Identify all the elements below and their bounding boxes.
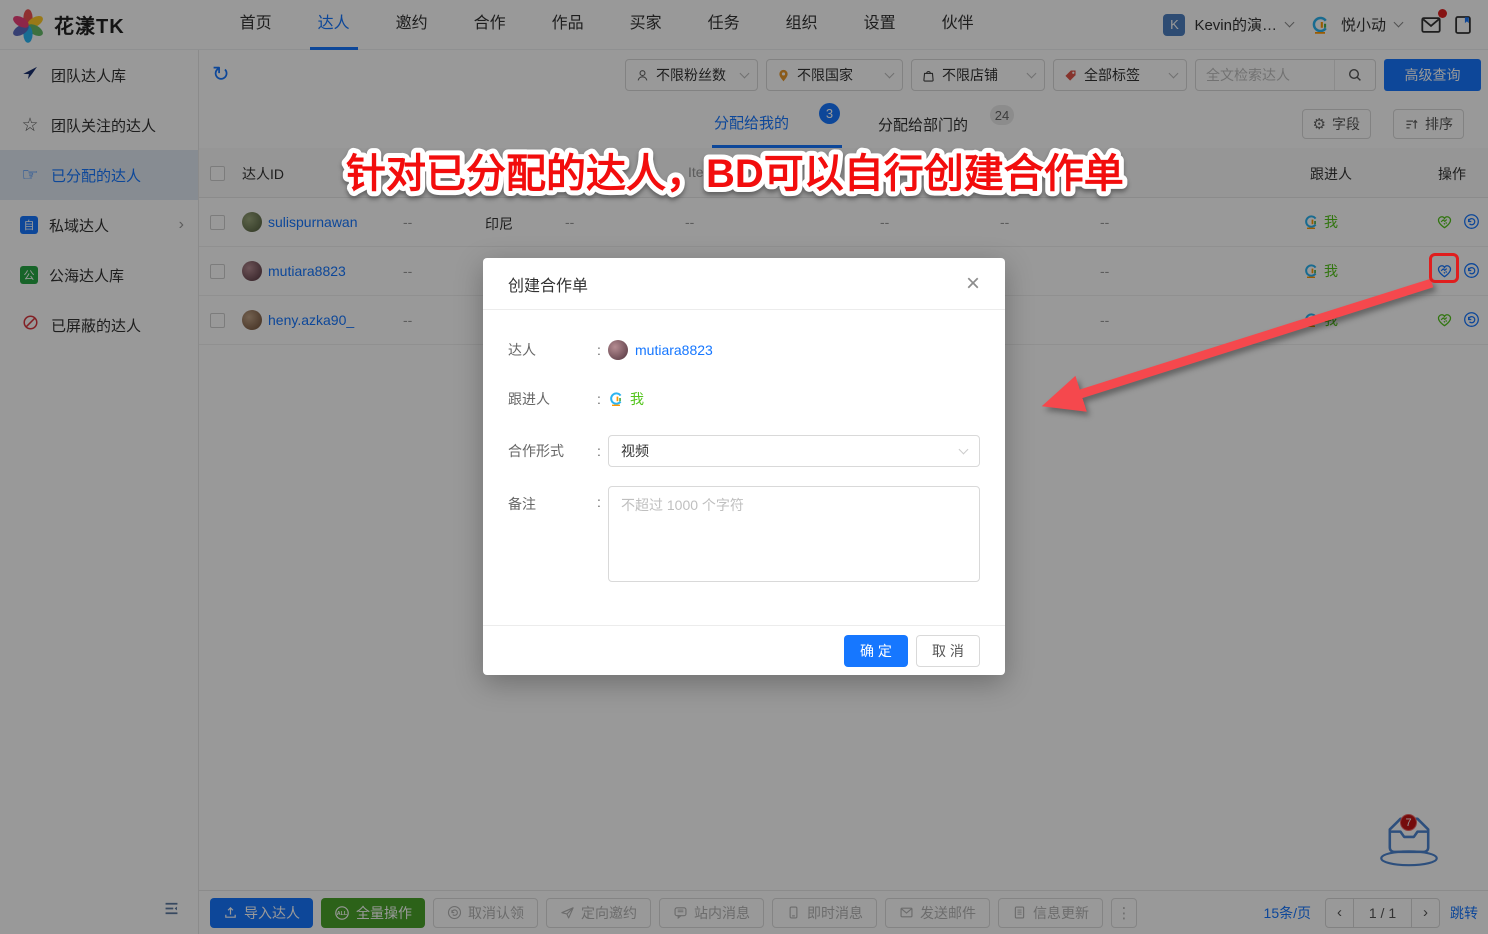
- modal-header: 创建合作单 ×: [483, 258, 1005, 310]
- coop-type-value: 视频: [621, 441, 649, 461]
- create-coop-order-modal: 创建合作单 × 达人 : mutiara8823 跟进人 : 我 合作形式 : …: [483, 258, 1005, 675]
- daren-name-link[interactable]: mutiara8823: [635, 342, 713, 358]
- follower-me-label: 我: [630, 389, 644, 409]
- modal-title: 创建合作单: [508, 272, 588, 296]
- colon: :: [597, 391, 608, 407]
- colon: :: [597, 342, 608, 358]
- cancel-button[interactable]: 取 消: [916, 635, 980, 667]
- confirm-button[interactable]: 确 定: [844, 635, 908, 667]
- org-logo-icon: [608, 391, 624, 407]
- close-icon[interactable]: ×: [966, 272, 980, 296]
- follower-field-label: 跟进人: [508, 389, 597, 409]
- coop-type-field-label: 合作形式: [508, 441, 597, 461]
- colon: :: [597, 486, 608, 510]
- avatar: [608, 340, 628, 360]
- modal-footer: 确 定 取 消: [483, 625, 1005, 675]
- note-textarea[interactable]: [608, 486, 980, 582]
- note-field-label: 备注: [508, 486, 597, 514]
- coop-type-select[interactable]: 视频: [608, 435, 980, 467]
- colon: :: [597, 443, 608, 459]
- chevron-down-icon: [959, 444, 969, 454]
- modal-body: 达人 : mutiara8823 跟进人 : 我 合作形式 : 视频 备注 :: [483, 310, 1005, 582]
- daren-field-label: 达人: [508, 340, 597, 360]
